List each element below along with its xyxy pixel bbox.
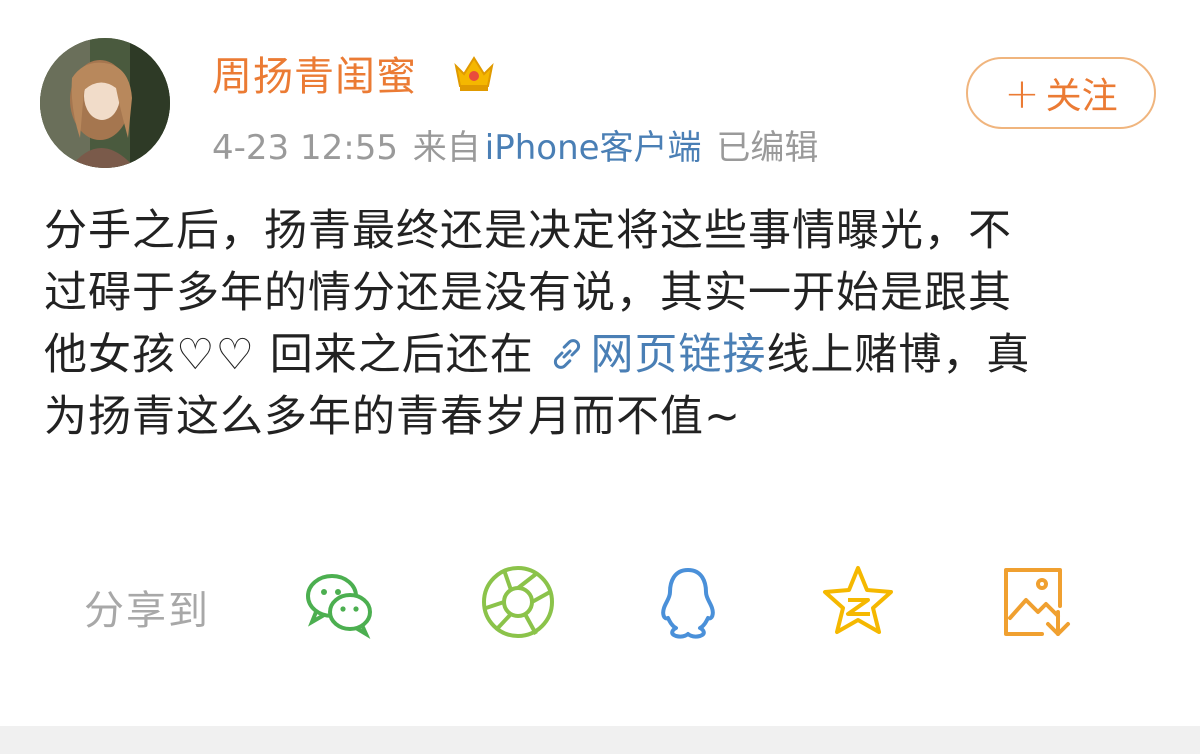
wechat-icon[interactable]	[300, 562, 380, 642]
avatar-image	[40, 38, 170, 168]
post-line: 过碍于多年的情分还是没有说，其实一开始是跟其	[44, 268, 1012, 318]
post-meta: 4-23 12:55 来自 iPhone客户端 已编辑	[212, 120, 822, 169]
post-header: 周扬青闺蜜 4-23 12:55 来自 iPhone客户端 已编辑 + 关注	[0, 0, 1200, 190]
qzone-icon[interactable]	[818, 562, 898, 642]
web-link-label: 网页链接	[590, 330, 767, 380]
footer-bar	[0, 726, 1200, 754]
post-line: 分手之后，扬青最终还是决定将这些事情曝光，不	[44, 206, 1012, 256]
source-prefix: 来自	[412, 128, 481, 168]
crown-icon	[454, 56, 494, 91]
post-line-segment: 线上赌博，真	[766, 330, 1031, 380]
link-icon	[554, 339, 581, 369]
post-time: 4-23 12:55	[212, 128, 398, 168]
save-image-icon[interactable]	[996, 562, 1076, 642]
avatar[interactable]	[40, 38, 170, 168]
post-line: 为扬青这么多年的青春岁月而不值~	[44, 392, 742, 442]
post-body: 分手之后，扬青最终还是决定将这些事情曝光，不 过碍于多年的情分还是没有说，其实一…	[44, 200, 1164, 448]
web-link[interactable]: 网页链接	[548, 330, 766, 380]
source-link[interactable]: iPhone客户端	[485, 128, 702, 168]
post-line-segment: 他女孩♡♡ 回来之后还在	[44, 330, 549, 380]
plus-icon: +	[1004, 68, 1040, 118]
edited-label: 已编辑	[716, 128, 819, 168]
share-row: 分享到	[0, 560, 1200, 650]
share-label: 分享到	[84, 588, 210, 634]
username[interactable]: 周扬青闺蜜	[212, 44, 417, 102]
post-line: 他女孩♡♡ 回来之后还在 网页链接线上赌博，真	[44, 324, 1164, 386]
follow-button[interactable]: + 关注	[966, 57, 1156, 129]
follow-label: 关注	[1045, 76, 1118, 117]
moments-icon[interactable]	[478, 562, 558, 642]
qq-icon[interactable]	[648, 562, 728, 642]
